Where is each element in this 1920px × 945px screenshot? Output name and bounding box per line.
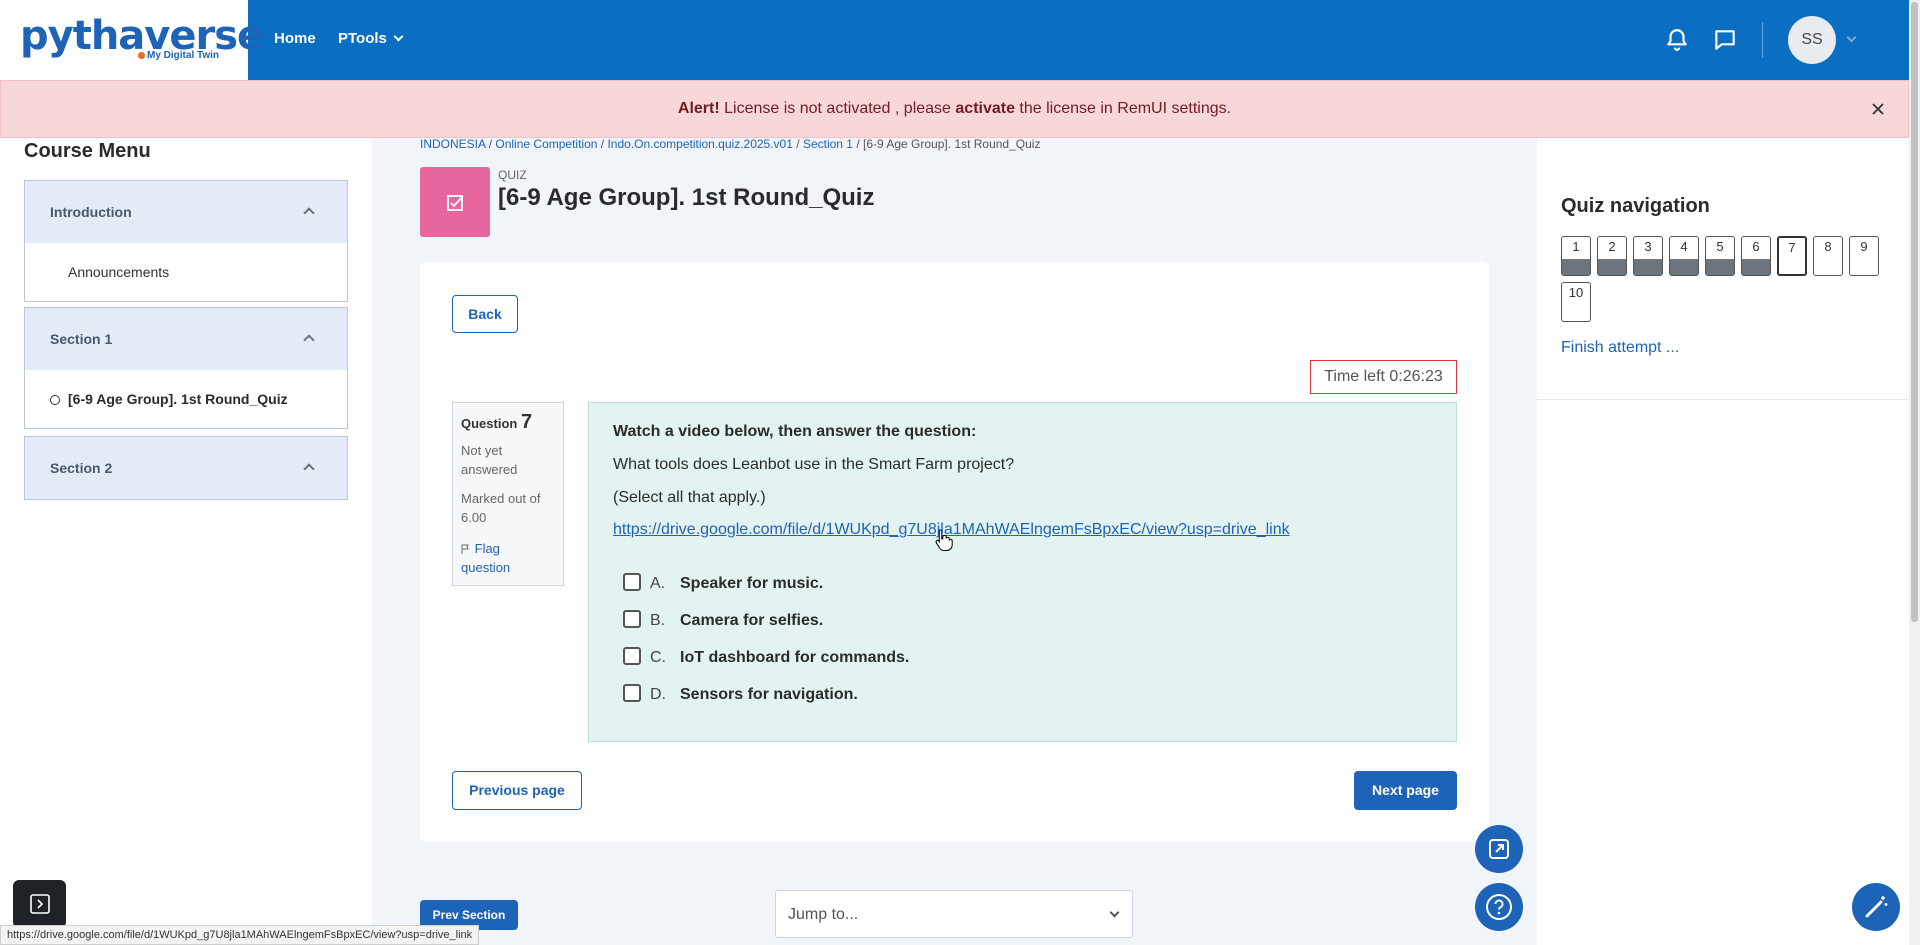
logo-dot (138, 51, 145, 59)
answer-option-c[interactable]: C. IoT dashboard for commands. (623, 647, 909, 667)
answer-option-a[interactable]: A. Speaker for music. (623, 573, 823, 593)
answered-bar (1598, 259, 1626, 275)
answer-checkbox[interactable] (623, 573, 641, 591)
brand-logo[interactable]: pythaverse My Digital Twin (0, 0, 264, 80)
help-icon (1486, 894, 1512, 920)
user-avatar[interactable]: SS (1788, 16, 1836, 64)
question-info: Question 7 Not yet answered Marked out of… (452, 402, 564, 586)
quiz-nav-button-4[interactable]: 4 (1669, 236, 1699, 276)
chat-icon[interactable] (1712, 27, 1738, 53)
menu-section-section-1: Section 1 [6-9 Age Group]. 1st Round_Qui… (24, 307, 348, 429)
question-number: Question 7 (461, 411, 533, 433)
drawer-toggle-button[interactable] (13, 880, 66, 928)
course-menu-title: Course Menu (24, 140, 151, 162)
chevron-up-icon (303, 334, 315, 346)
completion-circle-icon (50, 395, 60, 405)
right-sidebar-body (1537, 400, 1909, 945)
answered-bar (1562, 259, 1590, 275)
question-text: What tools does Leanbot use in the Smart… (613, 456, 1015, 473)
chevron-down-icon (393, 31, 404, 42)
answered-bar (1670, 259, 1698, 275)
menu-section-header[interactable]: Section 2 (25, 437, 347, 499)
answer-checkbox[interactable] (623, 647, 641, 665)
close-icon[interactable] (1868, 99, 1888, 119)
quiz-nav-button-7[interactable]: 7 (1777, 236, 1807, 276)
breadcrumb-item[interactable]: Section 1 (803, 137, 853, 151)
menu-section-header[interactable]: Introduction (25, 181, 347, 243)
answer-checkbox[interactable] (623, 684, 641, 702)
answered-bar (1706, 259, 1734, 275)
time-left-timer: Time left 0:26:23 (1310, 360, 1457, 394)
quiz-navigation-title: Quiz navigation (1561, 195, 1710, 217)
browser-status-url: https://drive.google.com/file/d/1WUKpd_g… (0, 925, 480, 945)
quiz-nav-button-2[interactable]: 2 (1597, 236, 1627, 276)
question-hint: (Select all that apply.) (613, 489, 766, 506)
breadcrumb: INDONESIA / Online Competition / Indo.On… (420, 137, 1041, 151)
quiz-nav-button-3[interactable]: 3 (1633, 236, 1663, 276)
fullscreen-button[interactable] (1475, 825, 1523, 873)
sidebar-toggle-icon (30, 894, 50, 914)
jump-to-select[interactable]: Jump to... (775, 890, 1133, 938)
question-heading: Watch a video below, then answer the que… (613, 423, 977, 440)
next-page-button[interactable]: Next page (1354, 771, 1457, 810)
quiz-nav-button-1[interactable]: 1 (1561, 236, 1591, 276)
breadcrumb-current: [6-9 Age Group]. 1st Round_Quiz (863, 137, 1041, 151)
answered-bar (1634, 259, 1662, 275)
hand-cursor-icon (935, 529, 953, 551)
quiz-nav-button-5[interactable]: 5 (1705, 236, 1735, 276)
activity-type-label: QUIZ (498, 168, 527, 182)
page-scrollbar[interactable] (1909, 0, 1920, 945)
logo-tagline: My Digital Twin (138, 50, 219, 61)
question-marks: Marked out of 6.00 (461, 491, 541, 525)
checkbox-edit-icon (447, 195, 464, 211)
scrollbar-thumb[interactable] (1911, 2, 1918, 622)
chevron-down-icon[interactable] (1846, 32, 1857, 43)
flag-question-link[interactable]: Flag question (461, 539, 510, 577)
top-navbar: pythaverse My Digital Twin Home PTools S… (0, 0, 1920, 80)
answered-bar (1742, 259, 1770, 275)
answer-option-d[interactable]: D. Sensors for navigation. (623, 684, 858, 704)
license-alert: Alert! License is not activated , please… (0, 80, 1909, 138)
help-button[interactable] (1475, 883, 1523, 931)
answer-option-b[interactable]: B. Camera for selfies. (623, 610, 823, 630)
menu-item-announcements[interactable]: Announcements (25, 243, 347, 301)
menu-section-introduction: Introduction Announcements (24, 180, 348, 302)
magic-wand-button[interactable] (1852, 883, 1900, 931)
breadcrumb-item[interactable]: INDONESIA (420, 137, 485, 151)
quiz-nav-button-9[interactable]: 9 (1849, 236, 1879, 276)
answer-checkbox[interactable] (623, 610, 641, 628)
breadcrumb-item[interactable]: Indo.On.competition.quiz.2025.v01 (607, 137, 792, 151)
nav-home-link[interactable]: Home (274, 30, 316, 47)
alert-message: Alert! License is not activated , please… (677, 100, 1232, 117)
question-status: Not yet answered (461, 443, 518, 477)
quiz-nav-button-8[interactable]: 8 (1813, 236, 1843, 276)
quiz-nav-button-10[interactable]: 10 (1561, 282, 1591, 322)
bell-icon[interactable] (1664, 27, 1690, 53)
question-content: Watch a video below, then answer the que… (588, 402, 1457, 742)
chevron-up-icon (303, 207, 315, 219)
back-button[interactable]: Back (452, 295, 518, 333)
quiz-icon (420, 167, 490, 237)
page-title: [6-9 Age Group]. 1st Round_Quiz (498, 184, 875, 211)
breadcrumb-item[interactable]: Online Competition (495, 137, 597, 151)
finish-attempt-link[interactable]: Finish attempt ... (1561, 339, 1679, 357)
expand-icon (1489, 839, 1509, 859)
flag-icon (461, 544, 469, 554)
chevron-up-icon (303, 463, 315, 475)
previous-page-button[interactable]: Previous page (452, 771, 582, 810)
menu-section-header[interactable]: Section 1 (25, 308, 347, 370)
nav-ptools-dropdown[interactable]: PTools (338, 30, 404, 47)
chevron-down-icon (1109, 907, 1120, 918)
quiz-nav-button-6[interactable]: 6 (1741, 236, 1771, 276)
navbar-divider (1762, 22, 1763, 58)
menu-item-quiz[interactable]: [6-9 Age Group]. 1st Round_Quiz (25, 370, 347, 428)
menu-section-section-2: Section 2 (24, 436, 348, 500)
magic-wand-icon (1865, 896, 1888, 918)
